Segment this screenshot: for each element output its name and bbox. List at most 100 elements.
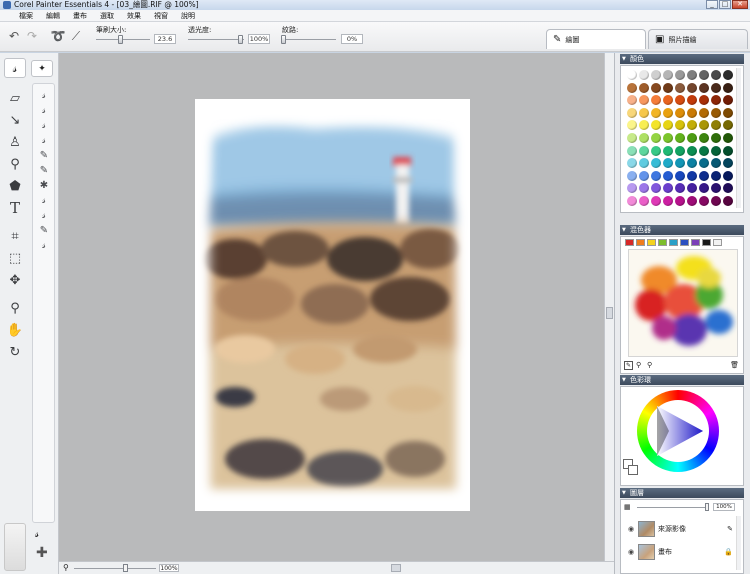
undo-icon[interactable]: ↶ — [6, 28, 22, 44]
color-swatch[interactable] — [687, 107, 697, 118]
layer-options-icon[interactable]: ▦ — [624, 503, 631, 511]
brush-size-slider[interactable] — [118, 35, 123, 44]
brush-variant-icon[interactable]: 𝓈 — [36, 208, 52, 223]
maximize-button[interactable]: □ — [719, 0, 731, 9]
grain-value[interactable]: 0% — [341, 34, 363, 44]
color-swatch[interactable] — [723, 158, 733, 169]
color-swatch[interactable] — [627, 145, 637, 156]
color-swatch[interactable] — [651, 107, 661, 118]
color-swatch[interactable] — [675, 158, 685, 169]
layer-row[interactable]: ◉ 畫布 🔒 — [627, 542, 733, 562]
color-swatch[interactable] — [651, 70, 661, 80]
menu-help[interactable]: 說明 — [181, 10, 195, 21]
layer-row[interactable]: ◉ 來源影像 ✎ — [627, 519, 733, 539]
mixer-brush-icon[interactable]: ✎ — [624, 361, 633, 370]
mixer-color-swatch[interactable] — [702, 239, 711, 246]
mixer-panel-header[interactable]: 混色器 — [620, 225, 744, 235]
zoom-slider[interactable] — [123, 564, 128, 572]
color-swatch[interactable] — [639, 170, 649, 181]
color-swatch[interactable] — [639, 82, 649, 93]
magnifier-icon[interactable]: ⚲ — [6, 297, 24, 319]
close-button[interactable]: ✕ — [732, 0, 748, 9]
color-swatch[interactable] — [675, 133, 685, 143]
color-swatch[interactable] — [663, 145, 673, 156]
mixer-color-swatch[interactable] — [647, 239, 656, 246]
brush-size-value[interactable]: 23.6 — [154, 34, 176, 44]
brush-variant-icon[interactable]: 𝓈 — [36, 103, 52, 118]
paint-bucket-icon[interactable]: ⬟ — [6, 175, 24, 197]
menu-canvas[interactable]: 畫布 — [73, 10, 87, 21]
color-swatch[interactable] — [675, 145, 685, 156]
color-wheel-panel-header[interactable]: 色彩環 — [620, 375, 744, 385]
color-swatch[interactable] — [723, 145, 733, 156]
color-swatch[interactable] — [651, 145, 661, 156]
color-swatch[interactable] — [675, 95, 685, 106]
eraser-icon[interactable]: ▱ — [6, 87, 24, 109]
rotate-icon[interactable]: ↻ — [6, 341, 24, 363]
layer-opacity-slider[interactable] — [705, 503, 709, 511]
color-swatch[interactable] — [687, 95, 697, 106]
menu-edit[interactable]: 編輯 — [46, 10, 60, 21]
toolbox-expand-icon[interactable]: ✦ — [31, 60, 53, 77]
color-swatch[interactable] — [711, 82, 721, 93]
color-swatch[interactable] — [699, 133, 709, 143]
crop-icon[interactable]: ⌗ — [6, 225, 24, 247]
color-swatch[interactable] — [651, 170, 661, 181]
mixer-color-swatch[interactable] — [680, 239, 689, 246]
color-swatch[interactable] — [627, 170, 637, 181]
color-swatch[interactable] — [627, 158, 637, 169]
color-swatch[interactable] — [687, 183, 697, 194]
color-swatch[interactable] — [723, 170, 733, 181]
color-swatch[interactable] — [711, 133, 721, 143]
trash-icon[interactable]: 🗑 — [730, 361, 739, 369]
color-swatch[interactable] — [663, 196, 673, 206]
brush-variant-icon[interactable]: ✱ — [36, 178, 52, 193]
minimize-button[interactable]: _ — [706, 0, 718, 9]
color-swatch[interactable] — [675, 183, 685, 194]
blender-icon[interactable]: ↘ — [6, 109, 24, 131]
dropper-icon[interactable]: ⚲ — [6, 153, 24, 175]
color-swatch[interactable] — [675, 196, 685, 206]
mixer-color-swatch[interactable] — [691, 239, 700, 246]
color-swatch[interactable] — [639, 158, 649, 169]
color-swatch[interactable] — [627, 70, 637, 80]
main-color-swatch[interactable] — [628, 465, 638, 475]
color-swatch[interactable] — [687, 196, 697, 206]
mixer-pad[interactable] — [628, 249, 738, 357]
color-swatch[interactable] — [663, 133, 673, 143]
brush-variant-icon[interactable]: ✎ — [36, 223, 52, 238]
straight-line-icon[interactable]: ⟋ — [68, 28, 84, 44]
brush-variant-icon[interactable]: 𝓈 — [36, 133, 52, 148]
color-swatch[interactable] — [639, 145, 649, 156]
tab-photo-painting[interactable]: ▣ 照片描繪 — [648, 29, 748, 49]
mixer-color-swatch[interactable] — [669, 239, 678, 246]
color-swatch[interactable] — [687, 82, 697, 93]
color-swatch[interactable] — [699, 82, 709, 93]
color-swatch[interactable] — [687, 170, 697, 181]
brush-variant-icon[interactable]: ✎ — [36, 148, 52, 163]
tab-paint[interactable]: ✎ 繪圖 — [546, 29, 646, 49]
color-swatch[interactable] — [723, 120, 733, 131]
color-swatch[interactable] — [687, 158, 697, 169]
add-brush-icon[interactable]: ✚ — [36, 545, 48, 561]
color-swatch[interactable] — [711, 95, 721, 106]
color-swatch[interactable] — [711, 145, 721, 156]
color-swatch[interactable] — [663, 183, 673, 194]
layers-panel-header[interactable]: 圖層 — [620, 488, 744, 498]
horizontal-scroll-thumb[interactable] — [391, 564, 401, 572]
menu-window[interactable]: 視窗 — [154, 10, 168, 21]
color-swatch[interactable] — [687, 133, 697, 143]
painting-canvas[interactable] — [195, 99, 470, 511]
color-swatch[interactable] — [663, 158, 673, 169]
color-swatch[interactable] — [651, 196, 661, 206]
color-swatch[interactable] — [699, 170, 709, 181]
color-swatch[interactable] — [711, 120, 721, 131]
color-swatch[interactable] — [675, 120, 685, 131]
mixer-color-swatch[interactable] — [625, 239, 634, 246]
color-swatch[interactable] — [627, 196, 637, 206]
color-swatch[interactable] — [663, 70, 673, 80]
color-swatch[interactable] — [651, 133, 661, 143]
color-swatch[interactable] — [699, 120, 709, 131]
brush-variant-icon[interactable]: 𝓈 — [36, 88, 52, 103]
selection-icon[interactable]: ⬚ — [6, 247, 24, 269]
